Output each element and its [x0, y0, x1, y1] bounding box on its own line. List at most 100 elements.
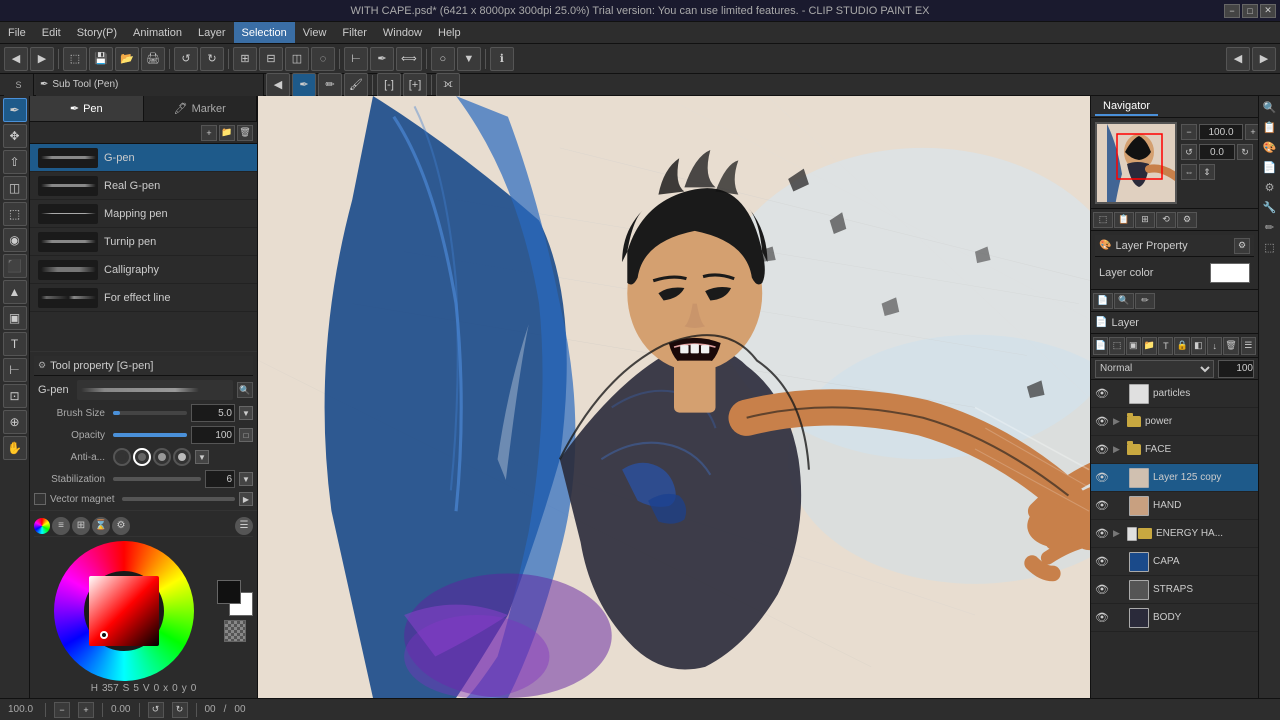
- fg-color-swatch[interactable]: [217, 580, 241, 604]
- zoom-in-btn[interactable]: +: [1245, 124, 1258, 140]
- brush-real-g-pen[interactable]: Real G-pen: [30, 172, 257, 200]
- visibility-particles[interactable]: 👁: [1095, 387, 1109, 401]
- prev-btn[interactable]: ◀: [266, 73, 290, 97]
- save-button[interactable]: 💾: [89, 47, 113, 71]
- symmetry-btn[interactable]: ⟺: [396, 47, 422, 71]
- visibility-hand[interactable]: 👁: [1095, 499, 1109, 513]
- tool-layer-move[interactable]: ⇧: [3, 150, 27, 174]
- color-settings-btn[interactable]: ⚙: [112, 517, 130, 535]
- panel-nav-3[interactable]: ⊞: [1135, 212, 1155, 228]
- menu-file[interactable]: File: [0, 22, 34, 43]
- right-btn-8[interactable]: ⬚: [1261, 238, 1279, 256]
- menu-edit[interactable]: Edit: [34, 22, 69, 43]
- right-btn-1[interactable]: 🔍: [1261, 98, 1279, 116]
- flip-v-btn[interactable]: ⇕: [1199, 164, 1215, 180]
- brush-effect-line[interactable]: For effect line: [30, 284, 257, 312]
- right-btn-5[interactable]: ⚙: [1261, 178, 1279, 196]
- color-selector-dot[interactable]: [100, 631, 108, 639]
- layer-energy[interactable]: 👁 ▶ ENERGY HA...: [1091, 520, 1258, 548]
- opacity-input[interactable]: [1218, 360, 1254, 378]
- new-text-layer[interactable]: T: [1158, 337, 1173, 355]
- layer-panel-btn3[interactable]: ✏: [1135, 293, 1155, 309]
- aa-btn-weak[interactable]: [133, 448, 151, 466]
- layer-face[interactable]: 👁 ▶ FACE: [1091, 436, 1258, 464]
- menu-filter[interactable]: Filter: [334, 22, 374, 43]
- info-btn[interactable]: ℹ: [490, 47, 514, 71]
- tab-marker[interactable]: 🖊 Marker: [144, 96, 258, 121]
- tool-auto-select[interactable]: ⬚: [3, 202, 27, 226]
- pen-mode-btn[interactable]: ✏: [318, 73, 342, 97]
- layer-power[interactable]: 👁 ▶ power: [1091, 408, 1258, 436]
- menu-layer[interactable]: Layer: [190, 22, 234, 43]
- layer-panel-btn2[interactable]: 🔍: [1114, 293, 1134, 309]
- color-wheel-ring[interactable]: [54, 541, 194, 681]
- selection-tool-btn[interactable]: ◫: [285, 47, 309, 71]
- opacity-lock-btn[interactable]: □: [239, 428, 253, 442]
- maximize-button[interactable]: □: [1242, 4, 1258, 18]
- lock-capa[interactable]: [1113, 556, 1125, 568]
- menu-selection[interactable]: Selection: [234, 22, 295, 43]
- undo-button[interactable]: ↺: [174, 47, 198, 71]
- rotate-right-status[interactable]: ↻: [172, 702, 188, 718]
- lock-125-copy[interactable]: [1113, 472, 1125, 484]
- color-sliders-btn[interactable]: ≡: [52, 517, 70, 535]
- tool-zoom[interactable]: ⊕: [3, 410, 27, 434]
- visibility-capa[interactable]: 👁: [1095, 555, 1109, 569]
- circle-btn[interactable]: ○: [431, 47, 455, 71]
- lock-straps[interactable]: [1113, 584, 1125, 596]
- layer-property-settings[interactable]: ⚙: [1234, 238, 1250, 254]
- brush-tool-btn[interactable]: 🖌: [344, 73, 368, 97]
- canvas-area[interactable]: [258, 96, 1090, 698]
- expand-power[interactable]: ▶: [1113, 416, 1123, 427]
- stabilization-input[interactable]: [205, 470, 235, 488]
- tool-eraser[interactable]: ⬛: [3, 254, 27, 278]
- nav-back-button[interactable]: ◀: [4, 47, 28, 71]
- minimize-button[interactable]: −: [1224, 4, 1240, 18]
- right-nav-left[interactable]: ◀: [1226, 47, 1250, 71]
- brush-size-btn[interactable]: ▼: [239, 406, 253, 420]
- tool-hand[interactable]: ✋: [3, 436, 27, 460]
- right-btn-2[interactable]: 📋: [1261, 118, 1279, 136]
- stabilization-slider[interactable]: [113, 477, 201, 481]
- right-btn-4[interactable]: 📄: [1261, 158, 1279, 176]
- delete-brush-button[interactable]: 🗑: [237, 125, 253, 141]
- visibility-power[interactable]: 👁: [1095, 415, 1109, 429]
- visibility-straps[interactable]: 👁: [1095, 583, 1109, 597]
- tool-select[interactable]: ◫: [3, 176, 27, 200]
- menu-help[interactable]: Help: [430, 22, 469, 43]
- open-button[interactable]: 📂: [115, 47, 139, 71]
- opacity-slider[interactable]: [113, 433, 187, 437]
- brush-size-slider[interactable]: [113, 411, 187, 415]
- ruler-btn[interactable]: ⊢: [344, 47, 368, 71]
- layer-options[interactable]: ☰: [1241, 337, 1256, 355]
- expand-face[interactable]: ▶: [1113, 444, 1123, 455]
- tab-navigator[interactable]: Navigator: [1095, 98, 1158, 116]
- deform-button[interactable]: ⊟: [259, 47, 283, 71]
- pressure-sensitivity-btn[interactable]: ⟗: [436, 73, 460, 97]
- opacity-input[interactable]: [191, 426, 235, 444]
- tool-ruler[interactable]: ⊢: [3, 358, 27, 382]
- brush-calligraphy[interactable]: Calligraphy: [30, 256, 257, 284]
- brush-turnip-pen[interactable]: Turnip pen: [30, 228, 257, 256]
- add-brush-button[interactable]: +: [201, 125, 217, 141]
- aa-btn-strong[interactable]: [173, 448, 191, 466]
- right-btn-3[interactable]: 🎨: [1261, 138, 1279, 156]
- aa-btn-none[interactable]: [113, 448, 131, 466]
- transparent-color-btn[interactable]: [224, 620, 246, 642]
- color-palette-btn[interactable]: ⊞: [72, 517, 90, 535]
- tool-crop[interactable]: ⊡: [3, 384, 27, 408]
- lock-hand[interactable]: [1113, 500, 1125, 512]
- zoom-input[interactable]: [1199, 124, 1243, 140]
- zoom-in-status[interactable]: +: [78, 702, 94, 718]
- tool-eyedrop[interactable]: ◉: [3, 228, 27, 252]
- zoom-out-status[interactable]: −: [54, 702, 70, 718]
- tool-fill[interactable]: ▲: [3, 280, 27, 304]
- visibility-body[interactable]: 👁: [1095, 611, 1109, 625]
- rotate-left-status[interactable]: ↺: [148, 702, 164, 718]
- expand-energy[interactable]: ▶: [1113, 528, 1123, 539]
- tool-gradient[interactable]: ▣: [3, 306, 27, 330]
- right-nav-right[interactable]: ▶: [1252, 47, 1276, 71]
- merge-down[interactable]: ↓: [1207, 337, 1222, 355]
- panel-nav-4[interactable]: ⟲: [1156, 212, 1176, 228]
- layer-125-copy[interactable]: 👁 Layer 125 copy: [1091, 464, 1258, 492]
